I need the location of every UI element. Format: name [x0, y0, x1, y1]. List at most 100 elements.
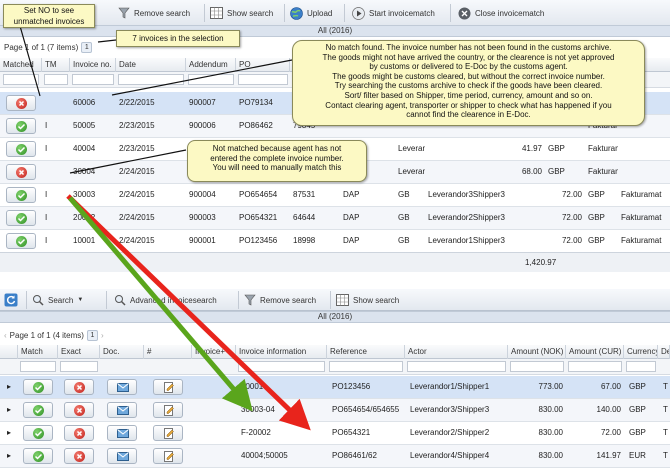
page-button[interactable]: 1 [81, 41, 93, 53]
edit-button[interactable] [153, 402, 183, 418]
divider [344, 4, 345, 22]
cell-date: 2/24/2015 [119, 236, 155, 245]
remove-search-button[interactable]: Remove search [118, 4, 190, 22]
refresh-button[interactable] [4, 291, 18, 309]
matched-toggle-button[interactable] [6, 95, 36, 111]
col-doc[interactable]: Doc. [100, 345, 144, 359]
matched-toggle-button[interactable] [6, 187, 36, 203]
expand-icon[interactable]: ▸ [4, 399, 16, 421]
start-invoicematch-button[interactable]: Start invoicematch [352, 4, 435, 22]
filter-reference[interactable] [329, 361, 403, 372]
col-addendum[interactable]: Addendum [186, 58, 236, 72]
filter-addendum[interactable] [188, 74, 234, 85]
start-invoicematch-label: Start invoicematch [369, 8, 435, 18]
show-search-button[interactable]: Show search [210, 4, 273, 22]
cell-addendum: 900001 [189, 236, 216, 245]
cell-col10: Leverandor3Shipper3 [428, 190, 505, 199]
show-search-button[interactable]: Show search [336, 291, 399, 309]
search-button[interactable]: Search ▼ [32, 291, 83, 309]
exact-button[interactable] [64, 402, 94, 418]
matched-toggle-button[interactable] [6, 164, 36, 180]
filter-actor[interactable] [407, 361, 506, 372]
col-date[interactable]: Date [116, 58, 186, 72]
filter-matched[interactable] [3, 74, 39, 85]
exact-button[interactable] [64, 448, 94, 464]
exact-button[interactable] [64, 379, 94, 395]
col-tm[interactable]: TM [42, 58, 70, 72]
matched-toggle-button[interactable] [6, 141, 36, 157]
col-invoice-no[interactable]: Invoice no. [70, 58, 116, 72]
exact-button[interactable] [64, 425, 94, 441]
cell-addendum: 900006 [189, 121, 216, 130]
remove-search-button[interactable]: Remove search [244, 291, 316, 309]
filter-tm[interactable] [44, 74, 68, 85]
document-button[interactable] [107, 425, 137, 441]
table-row[interactable]: I 10001 2/24/2015 900001 PO123456 18998 DAP GB L… [0, 230, 670, 253]
filter-date[interactable] [118, 74, 184, 85]
document-button[interactable] [107, 379, 137, 395]
matched-toggle-button[interactable] [6, 118, 36, 134]
col-expand [0, 345, 18, 359]
cell-col7: 64644 [293, 213, 316, 222]
col-amount-nok[interactable]: Amount (NOK) [508, 345, 566, 359]
match-button[interactable] [23, 402, 53, 418]
col-match[interactable]: Match [18, 345, 58, 359]
document-button[interactable] [107, 402, 137, 418]
col-hash[interactable]: # [144, 345, 192, 359]
cell-col13: Fakturamat [621, 190, 662, 199]
filter-po[interactable] [238, 74, 288, 85]
table-row[interactable]: ▸ F-20002 PO654321 Leverandor2/Shipper2 830.… [0, 422, 670, 445]
filter-match[interactable] [20, 361, 56, 372]
filter-currency[interactable] [626, 361, 656, 372]
divider [26, 291, 27, 309]
filter-invoice-info[interactable] [238, 361, 325, 372]
expand-icon[interactable]: ▸ [4, 422, 16, 444]
table-row[interactable]: ▸ 10001 PO123456 Leverandor1/Shipper1 773.00… [0, 376, 670, 399]
col-currency[interactable]: Currency [624, 345, 658, 359]
expand-icon[interactable]: ▸ [4, 376, 16, 398]
table-row[interactable]: ▸ 30003-04 PO654654/654655 Leverandor3/Ship… [0, 399, 670, 422]
col-po[interactable]: PO [236, 58, 290, 72]
cell-amount-cur: 140.00 [596, 405, 621, 414]
cell-invoice-info: 10001 [241, 382, 264, 391]
page-button[interactable]: 1 [86, 329, 98, 341]
match-button[interactable] [23, 425, 53, 441]
edit-button[interactable] [153, 448, 183, 464]
cross-icon [16, 167, 27, 178]
match-button[interactable] [23, 379, 53, 395]
table-row[interactable]: ▸ 40004;50005 PO86461/62 Leverandor4/Shippe… [0, 445, 670, 468]
col-invoice-plus[interactable]: Invoice+ [192, 345, 236, 359]
edit-button[interactable] [153, 379, 183, 395]
cell-de: T [663, 451, 668, 460]
table-row[interactable]: I 20002 2/24/2015 900003 PO654321 64644 DAP GB L… [0, 207, 670, 230]
cell-actor: Leverandor4/Shipper4 [410, 451, 490, 460]
col-actor[interactable]: Actor [405, 345, 508, 359]
table-row[interactable]: I 30003 2/24/2015 900004 PO654654 87531 DAP GB L… [0, 184, 670, 207]
col-matched[interactable]: Matched [0, 58, 42, 72]
col-invoice-information[interactable]: Invoice information [236, 345, 327, 359]
col-amount-cur[interactable]: Amount (CUR) [566, 345, 624, 359]
pager-next-icon[interactable]: › [101, 331, 104, 340]
cell-currency: GBP [629, 382, 646, 391]
advanced-search-button[interactable]: Advanced invoicesearch [114, 291, 217, 309]
matched-toggle-button[interactable] [6, 210, 36, 226]
filter-amount-nok[interactable] [510, 361, 564, 372]
matched-toggle-button[interactable] [6, 233, 36, 249]
filter-exact[interactable] [60, 361, 98, 372]
cell-col11: 72.00 [561, 213, 582, 222]
expand-icon[interactable]: ▸ [4, 445, 16, 467]
col-de[interactable]: De [658, 345, 670, 359]
edit-button[interactable] [153, 425, 183, 441]
col-exact[interactable]: Exact [58, 345, 100, 359]
close-invoicematch-button[interactable]: Close invoicematch [458, 4, 544, 22]
pager-text: Page 1 of 1 (7 items) [4, 42, 79, 52]
filter-amount-cur[interactable] [568, 361, 622, 372]
document-button[interactable] [107, 448, 137, 464]
upload-button[interactable]: Upload [290, 4, 332, 22]
pager-prev-icon[interactable]: ‹ [4, 331, 7, 340]
match-button[interactable] [23, 448, 53, 464]
cell-col10: Leverandor2Shipper3 [428, 213, 505, 222]
cell-tm: I [45, 121, 48, 130]
filter-invoice[interactable] [72, 74, 114, 85]
col-reference[interactable]: Reference [327, 345, 405, 359]
